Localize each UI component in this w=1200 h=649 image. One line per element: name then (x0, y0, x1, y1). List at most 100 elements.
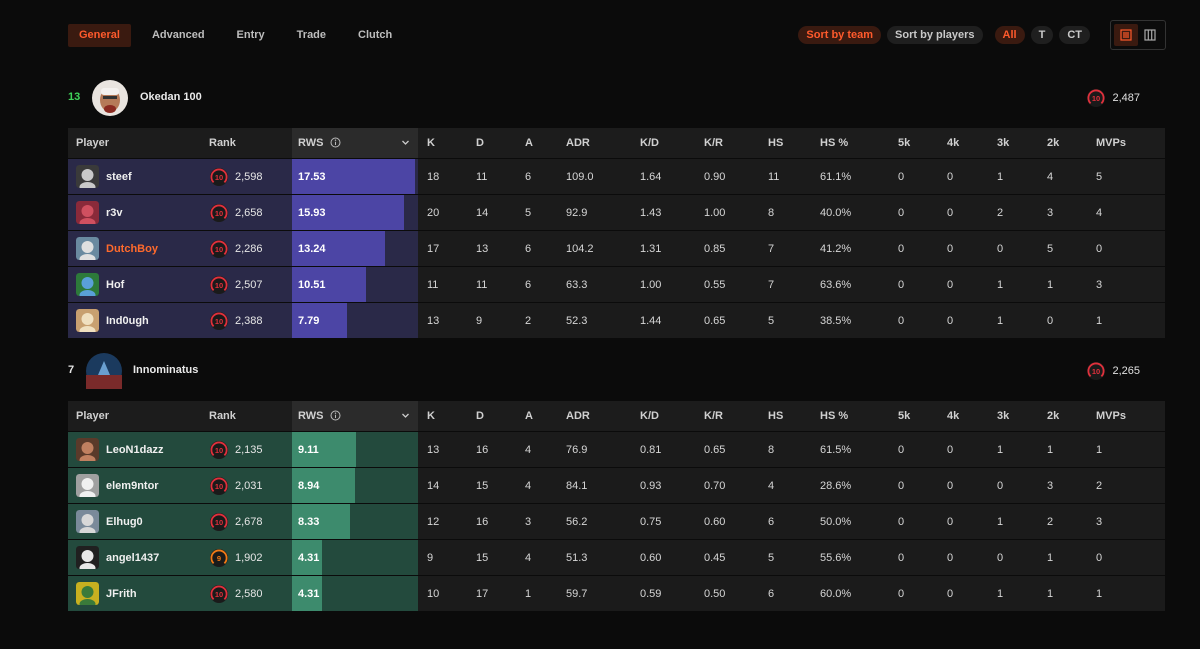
player-row[interactable]: JFrith 10 2,580 4.31 10 17 1 59.7 0.59 0.50 6 60.0%… (68, 575, 1165, 611)
side-ct-button[interactable]: CT (1059, 26, 1090, 44)
player-name[interactable]: Hof (106, 279, 124, 291)
player-avatar[interactable] (76, 201, 99, 224)
stat-k5: 0 (898, 278, 905, 291)
player-avatar[interactable] (76, 237, 99, 260)
stat-d: 11 (476, 278, 488, 291)
stat-mvps: 3 (1096, 278, 1103, 291)
player-row[interactable]: elem9ntor 10 2,031 8.94 14 15 4 84.1 0.93 0.70 4 28… (68, 467, 1165, 503)
side-t-button[interactable]: T (1030, 26, 1054, 44)
stat-d: 13 (476, 242, 489, 255)
player-cell[interactable]: steef (68, 159, 132, 194)
list-view-button[interactable] (1114, 24, 1138, 46)
stat-d: 15 (476, 551, 489, 564)
player-cell[interactable]: Hof (68, 267, 124, 302)
stat-k2: 5 (1047, 242, 1054, 255)
side-all-button[interactable]: All (994, 26, 1025, 44)
player-avatar[interactable] (76, 309, 99, 332)
player-row[interactable]: Hof 10 2,507 10.51 11 11 6 63.3 1.00 0.55 7 63.6% 0 0… (68, 266, 1165, 302)
stat-adr: 52.3 (566, 314, 588, 327)
column-header-k2: 2k (1047, 137, 1060, 149)
player-name[interactable]: Ind0ugh (106, 315, 149, 327)
column-header-rws[interactable]: RWS (298, 128, 323, 158)
player-cell[interactable]: DutchBoy (68, 231, 158, 266)
stat-k5: 0 (898, 170, 905, 183)
info-icon[interactable] (330, 410, 341, 424)
column-header-rws[interactable]: RWS (298, 401, 323, 431)
player-row[interactable]: Ind0ugh 10 2,388 7.79 13 9 2 52.3 1.44 0.65 5 38.5%… (68, 302, 1165, 338)
player-cell[interactable]: LeoN1dazz (68, 432, 163, 467)
info-icon[interactable] (330, 137, 341, 151)
tab-trade[interactable]: Trade (286, 24, 337, 47)
player-name[interactable]: r3v (106, 207, 123, 219)
column-header-k3: 3k (997, 137, 1010, 149)
chevron-down-icon[interactable] (401, 411, 410, 423)
column-header-player: Player (76, 410, 110, 422)
player-cell[interactable]: r3v (68, 195, 123, 230)
stat-adr: 92.9 (566, 206, 588, 219)
player-row[interactable]: r3v 10 2,658 15.93 20 14 5 92.9 1.43 1.00 8 40.0% 0 0… (68, 194, 1165, 230)
stat-a: 1 (525, 587, 532, 600)
player-cell[interactable]: angel1437 (68, 540, 159, 575)
player-avatar[interactable] (76, 582, 99, 605)
column-header-hsp: HS % (820, 137, 849, 149)
player-cell[interactable]: JFrith (68, 576, 137, 611)
player-avatar[interactable] (76, 438, 99, 461)
team-average-elo: 10 2,265 (1086, 361, 1140, 381)
tab-entry[interactable]: Entry (226, 24, 276, 47)
stat-hs: 8 (768, 206, 775, 219)
player-row[interactable]: steef 10 2,598 17.53 18 11 6 109.0 1.64 0.90 11 61.… (68, 158, 1165, 194)
player-name[interactable]: Elhug0 (106, 516, 143, 528)
stat-kr: 0.90 (704, 170, 726, 183)
player-avatar[interactable] (76, 165, 99, 188)
sort-by-team-button[interactable]: Sort by team (798, 26, 882, 44)
player-name[interactable]: steef (106, 171, 132, 183)
tab-advanced[interactable]: Advanced (141, 24, 216, 47)
stat-kd: 1.64 (640, 170, 662, 183)
stat-hs: 5 (768, 551, 775, 564)
player-row[interactable]: LeoN1dazz 10 2,135 9.11 13 16 4 76.9 0.81 0.65 8 61… (68, 431, 1165, 467)
list-view-icon (1120, 29, 1132, 41)
stat-d: 16 (476, 443, 489, 456)
rws-value: 7.79 (298, 314, 320, 327)
player-name[interactable]: JFrith (106, 588, 137, 600)
chevron-down-icon[interactable] (401, 138, 410, 150)
tab-clutch[interactable]: Clutch (347, 24, 403, 47)
player-avatar[interactable] (76, 273, 99, 296)
stat-hsp: 61.1% (820, 170, 852, 183)
player-row[interactable]: Elhug0 10 2,678 8.33 12 16 3 56.2 0.75 0.60 6 50.0%… (68, 503, 1165, 539)
player-elo: 2,507 (235, 278, 263, 291)
player-avatar[interactable] (76, 546, 99, 569)
stat-adr: 56.2 (566, 515, 588, 528)
stat-hs: 11 (768, 170, 780, 183)
grid-view-icon (1144, 29, 1156, 41)
player-name[interactable]: LeoN1dazz (106, 444, 163, 456)
rws-value: 10.51 (298, 278, 326, 291)
stat-hsp: 41.2% (820, 242, 852, 255)
tab-general[interactable]: General (68, 24, 131, 47)
player-name[interactable]: DutchBoy (106, 243, 158, 255)
stat-hsp: 38.5% (820, 314, 852, 327)
sort-by-players-button[interactable]: Sort by players (887, 26, 983, 44)
player-cell[interactable]: elem9ntor (68, 468, 159, 503)
player-name[interactable]: elem9ntor (106, 480, 159, 492)
stat-mvps: 1 (1096, 314, 1103, 327)
grid-view-button[interactable] (1138, 24, 1162, 46)
player-rank: 10 2,658 (209, 195, 263, 230)
stat-k4: 0 (947, 515, 954, 528)
stat-k2: 2 (1047, 515, 1054, 528)
player-avatar[interactable] (76, 474, 99, 497)
top-bar: General Advanced Entry Trade Clutch Sort… (68, 20, 1166, 50)
player-name[interactable]: angel1437 (106, 552, 159, 564)
player-avatar[interactable] (76, 510, 99, 533)
player-cell[interactable]: Ind0ugh (68, 303, 149, 338)
player-row[interactable]: angel1437 9 1,902 4.31 9 15 4 51.3 0.60 0.45 5 55.6… (68, 539, 1165, 575)
column-header-a: A (525, 410, 533, 422)
stat-k: 9 (427, 551, 434, 564)
skill-level-icon: 10 (210, 512, 228, 531)
stat-k3: 1 (997, 278, 1004, 291)
stat-k4: 0 (947, 551, 954, 564)
player-row[interactable]: DutchBoy 10 2,286 13.24 17 13 6 104.2 1.31 0.85 7 4… (68, 230, 1165, 266)
view-toggle (1110, 20, 1166, 50)
player-cell[interactable]: Elhug0 (68, 504, 143, 539)
rws-value: 4.31 (298, 551, 320, 564)
